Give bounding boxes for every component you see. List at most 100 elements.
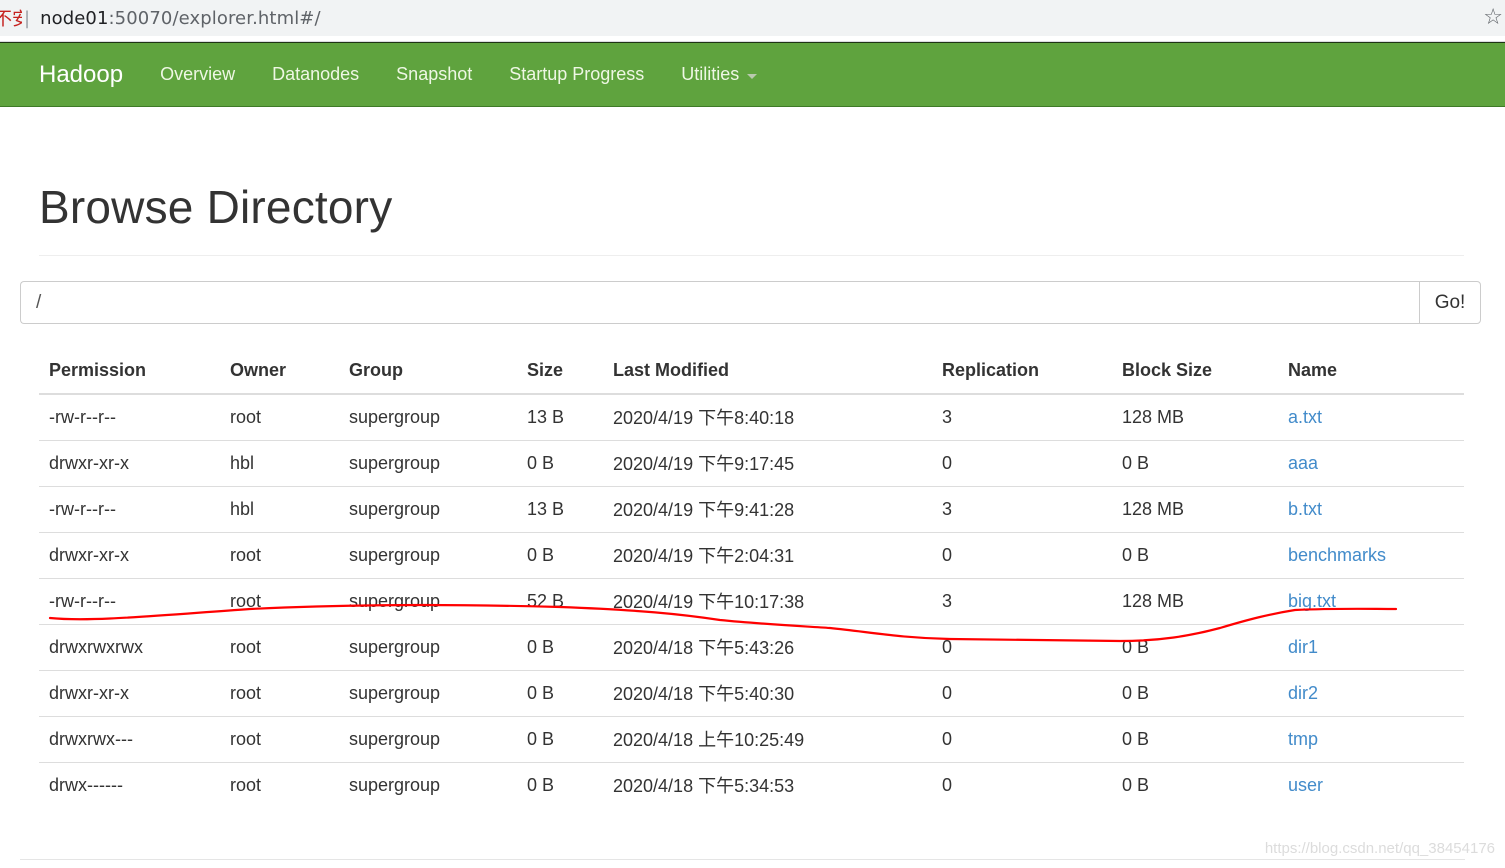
cell-name: benchmarks	[1278, 531, 1464, 578]
table-body: -rw-r--r-- root supergroup 13 B 2020/4/19 下午…	[39, 394, 1464, 808]
cell-last-modified: 2020/4/19 下午8:40:18	[613, 408, 795, 429]
cell-owner: root	[220, 531, 339, 578]
table-row: drwxrwx--- root supergroup 0 B 2020/4/18 上午1…	[39, 715, 1464, 762]
cell-permission: drwxr-xr-x	[39, 531, 220, 578]
url-path: :50070/explorer.html#/	[108, 7, 321, 29]
nav-utilities-dropdown[interactable]: Utilities	[681, 64, 758, 85]
cell-replication: 0	[932, 623, 1112, 670]
cell-last-modified: 2020/4/18 下午5:34:53	[603, 761, 932, 808]
cell-permission: drwxr-xr-x	[39, 669, 220, 716]
table-row: drwxr-xr-x root supergroup 0 B 2020/4/18 下午5…	[39, 669, 1464, 716]
cell-owner: root	[220, 623, 339, 670]
column-header-owner[interactable]: Owner	[220, 348, 339, 395]
star-icon[interactable]: ☆	[1483, 5, 1503, 30]
cell-size: 13 B	[527, 406, 565, 427]
cell-block-size: 0 B	[1112, 623, 1278, 670]
url-field[interactable]: node01:50070/explorer.html#/	[40, 8, 321, 29]
cell-group: supergroup	[339, 715, 517, 762]
cell-group: supergroup	[339, 761, 517, 808]
directory-path-input[interactable]	[20, 281, 1419, 324]
cell-name: big.txt	[1278, 577, 1464, 624]
browser-address-bar: 不安全 | node01:50070/explorer.html#/ ☆	[0, 0, 1505, 36]
cell-permission: -rw-r--r--	[39, 577, 220, 624]
cell-block-size: 128 MB	[1122, 406, 1185, 427]
cell-owner: root	[220, 761, 339, 808]
cell-last-modified: 2020/4/18 下午5:43:26	[603, 623, 932, 670]
table-row: drwxr-xr-x hbl supergroup 0 B 2020/4/19 下午9:…	[39, 439, 1464, 486]
file-name-link[interactable]: benchmarks	[1288, 545, 1386, 565]
file-name-link[interactable]: user	[1288, 775, 1323, 795]
cell-name: dir1	[1278, 623, 1464, 670]
cell-replication: 3	[932, 577, 1112, 624]
cell-block-size: 0 B	[1112, 761, 1278, 808]
column-header-replication[interactable]: Replication	[932, 348, 1112, 395]
column-header-group[interactable]: Group	[339, 348, 517, 395]
cell-block-size: 0 B	[1112, 715, 1278, 762]
table-header-row: Permission Owner Group Size Last Modifie…	[39, 348, 1464, 395]
file-name-link[interactable]: b.txt	[1288, 499, 1322, 519]
security-indicator[interactable]: 不安全	[0, 5, 22, 31]
column-header-size[interactable]: Size	[517, 348, 603, 395]
cell-replication: 0	[932, 439, 1112, 486]
cell-group: supergroup	[349, 406, 441, 427]
nav-label: Datanodes	[272, 64, 360, 84]
page-title: Browse Directory	[39, 181, 393, 233]
cell-last-modified: 2020/4/19 下午9:17:45	[603, 439, 932, 486]
directory-listing-table: Permission Owner Group Size Last Modifie…	[39, 348, 1464, 808]
column-header-name[interactable]: Name	[1278, 348, 1464, 395]
cell-last-modified: 2020/4/18 下午5:40:30	[603, 669, 932, 716]
cell-last-modified: 2020/4/18 上午10:25:49	[603, 715, 932, 762]
cell-size: 0 B	[517, 761, 603, 808]
cell-last-modified: 2020/4/19 下午9:41:28	[603, 485, 932, 532]
watermark: https://blog.csdn.net/qq_38454176	[1264, 840, 1495, 857]
cell-group: supergroup	[339, 531, 517, 578]
go-button[interactable]: Go!	[1419, 281, 1481, 324]
cell-permission: -rw-r--r--	[39, 485, 220, 532]
nav-snapshot[interactable]: Snapshot	[396, 64, 472, 85]
table-row: -rw-r--r-- root supergroup 13 B 2020/4/19 下午…	[39, 394, 1464, 440]
cell-size: 0 B	[517, 669, 603, 716]
brand-logo[interactable]: Hadoop	[39, 61, 123, 89]
file-name-link[interactable]: dir1	[1288, 637, 1318, 657]
cell-size: 52 B	[517, 577, 603, 624]
column-header-permission[interactable]: Permission	[39, 348, 220, 395]
table-row: drwxr-xr-x root supergroup 0 B 2020/4/19 下午2…	[39, 531, 1464, 578]
nav-startup-progress[interactable]: Startup Progress	[509, 64, 644, 85]
cell-replication: 3	[942, 406, 953, 427]
cell-name: user	[1278, 761, 1464, 808]
cell-name: tmp	[1278, 715, 1464, 762]
column-header-last-modified[interactable]: Last Modified	[603, 348, 932, 395]
cell-owner: root	[220, 669, 339, 716]
page-header: Browse Directory	[39, 150, 1464, 256]
cell-block-size: 0 B	[1112, 531, 1278, 578]
file-name-link[interactable]: dir2	[1288, 683, 1318, 703]
cell-owner: hbl	[220, 439, 339, 486]
cell-last-modified: 2020/4/19 下午2:04:31	[603, 531, 932, 578]
column-header-block-size[interactable]: Block Size	[1112, 348, 1278, 395]
cell-replication: 0	[932, 531, 1112, 578]
table-row: drwxrwxrwx root supergroup 0 B 2020/4/18 下午5…	[39, 623, 1464, 670]
file-name-link[interactable]: big.txt	[1288, 591, 1336, 611]
nav-label: Overview	[160, 64, 236, 84]
cell-group: supergroup	[339, 577, 517, 624]
file-name-link[interactable]: aaa	[1288, 453, 1318, 473]
cell-name: dir2	[1278, 669, 1464, 716]
cell-owner: root	[220, 715, 339, 762]
cell-group: supergroup	[339, 623, 517, 670]
nav-datanodes[interactable]: Datanodes	[272, 64, 359, 85]
file-name-link[interactable]: a.txt	[1288, 407, 1322, 427]
cell-permission: drwxrwx---	[39, 715, 220, 762]
footer-divider	[20, 859, 1465, 860]
cell-block-size: 128 MB	[1112, 485, 1278, 532]
cell-size: 0 B	[517, 715, 603, 762]
file-name-link[interactable]: tmp	[1288, 729, 1318, 749]
nav-overview[interactable]: Overview	[160, 64, 235, 85]
cell-size: 0 B	[517, 623, 603, 670]
cell-name: a.txt	[1278, 394, 1464, 440]
top-navbar: Hadoop Overview Datanodes Snapshot Start…	[0, 42, 1505, 107]
table-row: drwx------ root supergroup 0 B 2020/4/18 下午5…	[39, 761, 1464, 808]
cell-name: aaa	[1278, 439, 1464, 486]
nav-label: Utilities	[681, 64, 740, 84]
cell-size: 13 B	[517, 485, 603, 532]
cell-size: 0 B	[517, 531, 603, 578]
